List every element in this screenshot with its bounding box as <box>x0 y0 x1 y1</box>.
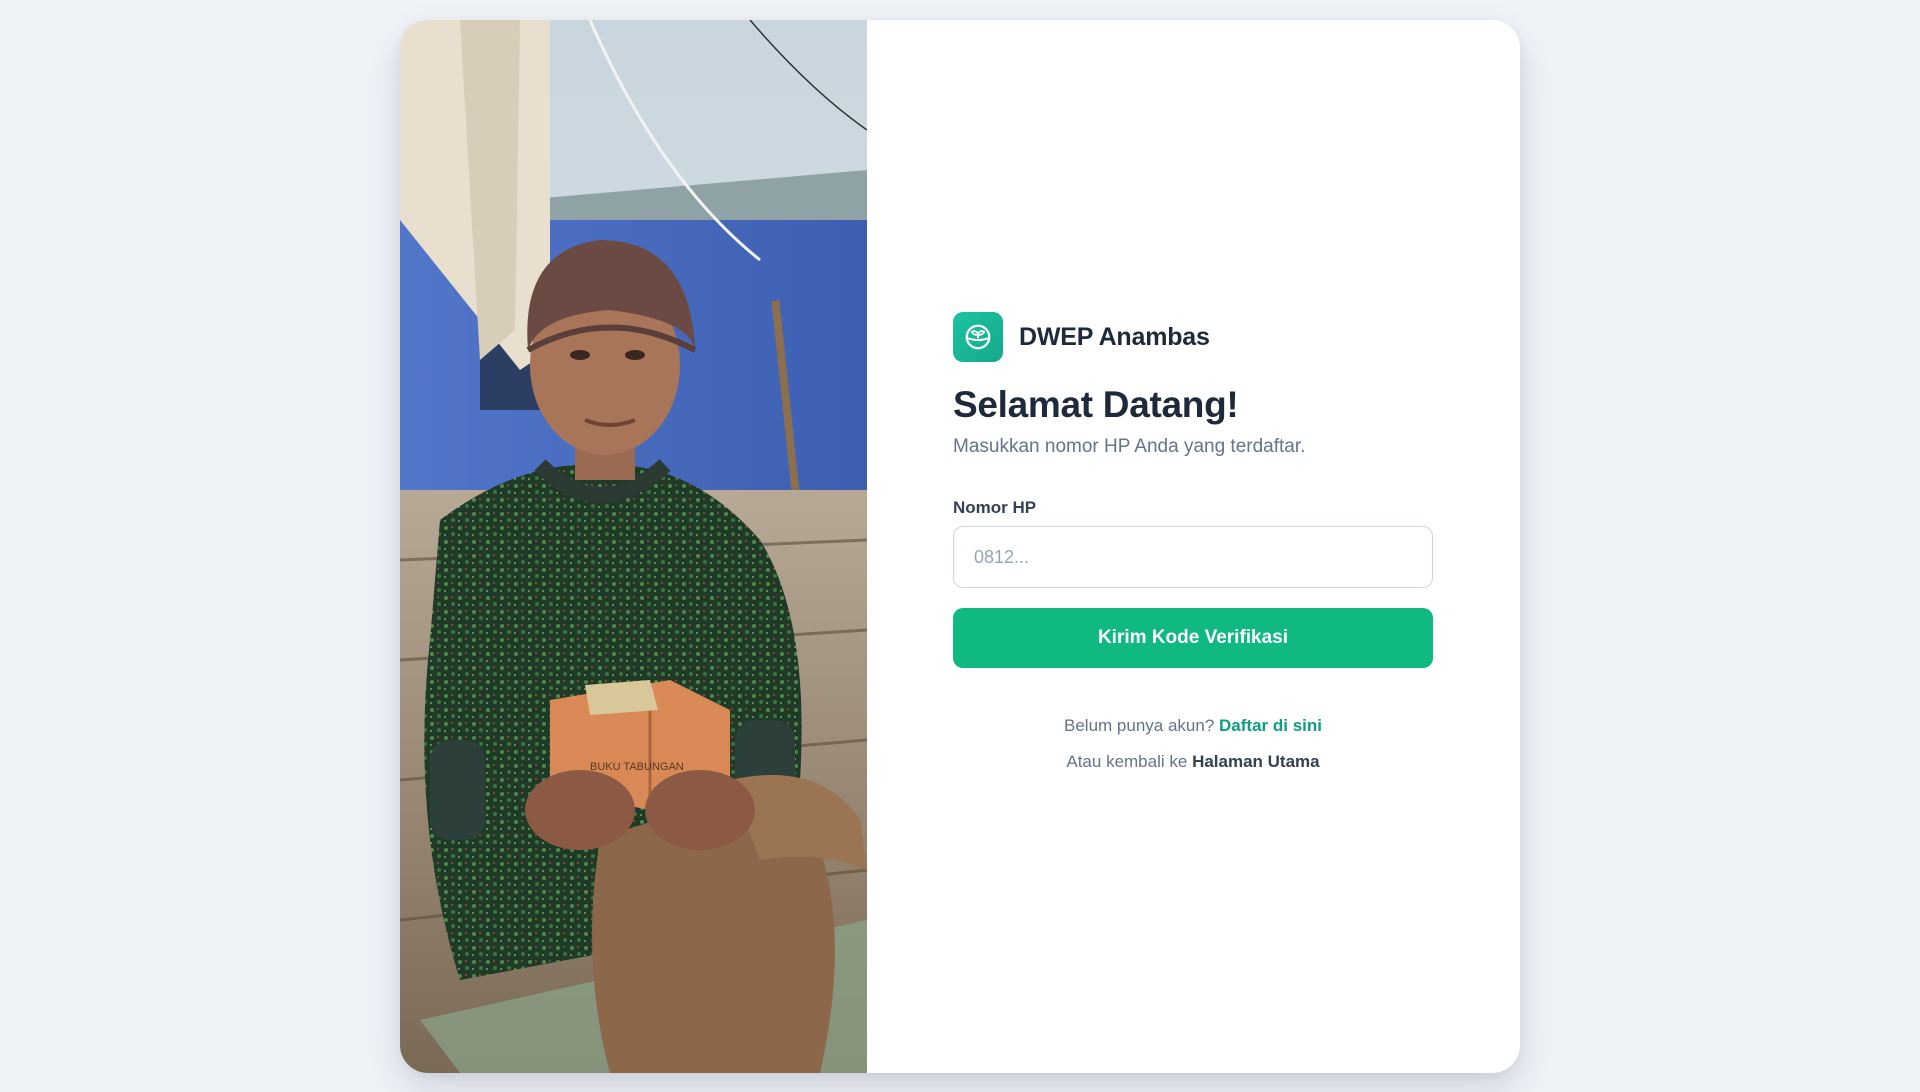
brand-logo <box>953 312 1003 362</box>
register-line: Belum punya akun? Daftar di sini <box>953 708 1433 744</box>
register-link[interactable]: Daftar di sini <box>1219 716 1322 735</box>
page-title: Selamat Datang! <box>953 384 1239 425</box>
login-form-pane: DWEP Anambas Selamat Datang! Masukkan no… <box>867 20 1520 1073</box>
register-prompt: Belum punya akun? <box>1064 716 1220 735</box>
phone-input[interactable] <box>953 526 1433 588</box>
page-subtitle: Masukkan nomor HP Anda yang terdaftar. <box>953 436 1306 457</box>
sprout-globe-icon <box>965 324 991 350</box>
brand-name: DWEP Anambas <box>1019 322 1210 351</box>
hero-illustration: BUKU TABUNGAN <box>400 20 867 1073</box>
home-prompt: Atau kembali ke <box>1066 752 1193 771</box>
brand: DWEP Anambas <box>953 312 1433 362</box>
send-verification-button[interactable]: Kirim Kode Verifikasi <box>953 608 1433 668</box>
login-card: BUKU TABUNGAN DWEP Anambas Selamat Datan… <box>400 20 1520 1073</box>
home-link[interactable]: Halaman Utama <box>1192 752 1320 771</box>
hero-photo: BUKU TABUNGAN <box>400 20 867 1073</box>
book-text: BUKU TABUNGAN <box>590 761 684 773</box>
home-line: Atau kembali ke Halaman Utama <box>953 744 1433 780</box>
phone-label: Nomor HP <box>953 498 1037 517</box>
login-form: DWEP Anambas Selamat Datang! Masukkan no… <box>953 312 1433 780</box>
footer-links: Belum punya akun? Daftar di sini Atau ke… <box>953 708 1433 780</box>
